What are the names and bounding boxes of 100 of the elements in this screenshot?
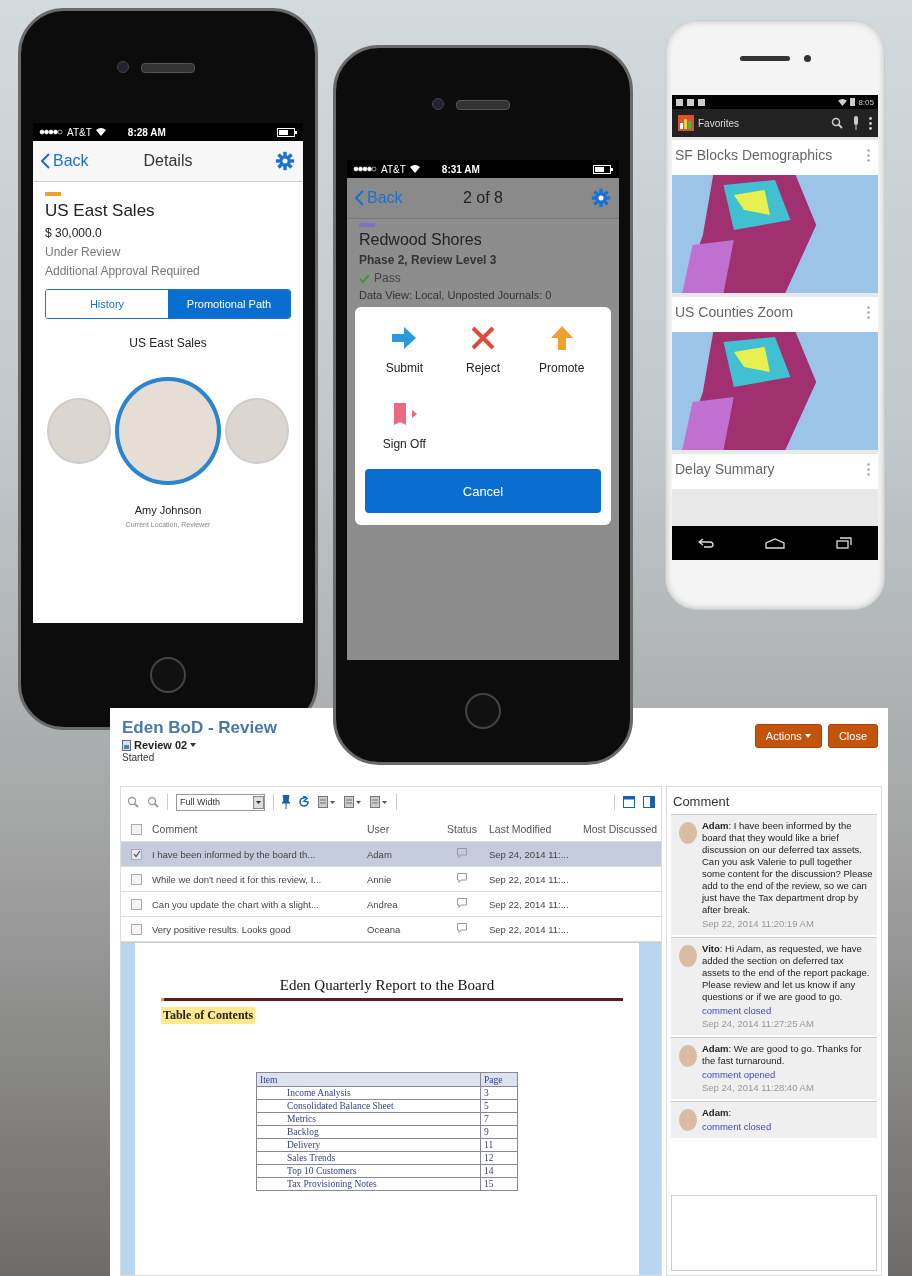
table-cell-text: Sep 22, 2014 11:... (488, 873, 570, 885)
table-cell: Tax Provisioning Notes (256, 1177, 481, 1191)
zoom-select[interactable]: Full Width (176, 793, 265, 811)
overflow-menu-icon[interactable] (869, 116, 872, 130)
comment-icon (457, 873, 467, 883)
comment-date: Sep 24, 2014 11:28:40 AM (702, 1082, 815, 1093)
phone-camera (117, 61, 129, 73)
cross-icon (470, 325, 496, 351)
comment-text: Vito: Hi Adam, as requested, we have added the section on deferred tax assets to the end of the report package. Please review and let us know if any questions or if we are good to go. (702, 943, 871, 1003)
comment-text: Adam: (702, 1107, 733, 1119)
document-icon (122, 739, 131, 751)
avatar (679, 1109, 697, 1131)
card-title: SF Blocks Demographics (675, 147, 833, 163)
cancel-button[interactable]: Cancel (365, 469, 601, 513)
table-cell: 9 (480, 1125, 518, 1139)
avatar (679, 945, 697, 967)
table-cell: 14 (480, 1164, 518, 1178)
table-header: Page (480, 1072, 518, 1087)
favorite-card[interactable]: Delay Summary (672, 454, 878, 489)
action-button[interactable]: Promote (522, 321, 601, 379)
back-icon[interactable] (697, 538, 714, 548)
speaker-grille (141, 63, 195, 73)
table-cell: 15 (480, 1177, 518, 1191)
table-row[interactable]: I have been informed by the board th... Adam Sep 24, 2014 11:... (121, 842, 661, 867)
screen-title: Details (143, 152, 193, 170)
row-checkbox[interactable] (131, 923, 142, 935)
table-cell: 12 (480, 1151, 518, 1165)
avatar (679, 1045, 697, 1067)
comment-icon (457, 848, 467, 858)
close-button[interactable]: Close (827, 724, 878, 748)
version-label[interactable]: Review 02 (134, 739, 188, 751)
table-cell-text: Sep 22, 2014 11:... (488, 898, 570, 910)
column-header[interactable]: Last Modified (479, 823, 573, 835)
zoom-out-icon[interactable] (147, 796, 159, 808)
recent-apps-icon[interactable] (836, 537, 853, 549)
favorite-card[interactable]: SF Blocks Demographics (672, 140, 878, 293)
panel-icon[interactable] (623, 796, 635, 808)
battery-icon (593, 164, 613, 174)
table-cell: Sales Trends (256, 1151, 481, 1165)
microphone-icon[interactable] (853, 116, 859, 130)
status-marker (45, 192, 61, 196)
status-marker (359, 223, 375, 227)
column-header[interactable]: Most Discussed (573, 823, 657, 835)
refresh-icon[interactable] (298, 796, 310, 808)
table-cell-text: Sep 24, 2014 11:... (488, 848, 570, 860)
status-link[interactable]: comment closed (702, 1005, 873, 1016)
grid-menu-icon[interactable] (370, 796, 388, 808)
zoom-in-icon[interactable] (127, 796, 139, 808)
action-button[interactable]: Submit (365, 321, 444, 379)
table-cell: 5 (480, 1099, 518, 1113)
exit-door-icon (391, 401, 418, 427)
action-button[interactable]: Sign Off (365, 397, 444, 455)
home-icon[interactable] (765, 537, 785, 549)
signal-icon (353, 166, 377, 172)
app-icon[interactable] (678, 115, 694, 131)
table-row[interactable]: Can you update the chart with a slight... Andrea Sep 22, 2014 11:... (121, 892, 661, 917)
notification-icons (676, 98, 706, 106)
actions-button[interactable]: Actions (754, 724, 822, 748)
table-cell: 7 (480, 1112, 518, 1126)
caret-icon[interactable] (190, 743, 197, 747)
chevron-icon (355, 190, 364, 206)
comment-icon (457, 898, 467, 908)
phone-camera (432, 98, 444, 110)
comment-input[interactable] (671, 1195, 877, 1271)
comment-text: Adam: I have been informed by the board that they would like a brief discussion on our deferred tax assets. Can you ask Valerie to pull together some content for the discussion? Please add to the end of the review, so we can just have the Tax department drop by after break. (702, 820, 873, 916)
status-text: Under Review (45, 245, 122, 259)
wifi-icon (838, 98, 848, 106)
row-checkbox[interactable] (131, 848, 142, 860)
row-checkbox[interactable] (131, 873, 142, 885)
column-header[interactable]: Comment (142, 823, 357, 835)
favorite-card[interactable]: US Counties Zoom (672, 297, 878, 450)
sidebar-icon[interactable] (643, 796, 655, 808)
item-title: Redwood Shores (359, 231, 483, 249)
status-time: 8:28 AM (127, 126, 166, 138)
action-button[interactable]: Reject (443, 321, 523, 379)
back-button[interactable]: Back (41, 152, 89, 170)
grid-menu-icon[interactable] (344, 796, 362, 808)
pin-icon[interactable] (282, 795, 290, 809)
settings-icon[interactable] (275, 151, 295, 171)
table-row[interactable]: Very positive results. Looks good Oceana Sep 22, 2014 11:... (121, 917, 661, 942)
table-row[interactable]: While we don't need it for this review, I... Annie Sep 22, 2014 11:... (121, 867, 661, 892)
section-heading: Table of Contents (161, 1007, 256, 1024)
check-icon (359, 273, 370, 283)
status-link[interactable]: comment closed (702, 1121, 772, 1132)
grid-menu-icon[interactable] (318, 796, 336, 808)
table-cell-text: Oceana (366, 923, 402, 935)
wifi-icon (95, 128, 106, 136)
item-title: US East Sales (45, 201, 156, 221)
column-header[interactable]: Status (435, 823, 479, 835)
segment-tab[interactable]: Promotional Path (168, 290, 290, 318)
table-cell-text: Sep 22, 2014 11:... (488, 923, 570, 935)
table-cell: Income Analysis (256, 1086, 481, 1100)
status-link[interactable]: comment opened (702, 1069, 873, 1080)
table-cell-text: Adam (366, 848, 393, 860)
select-all-checkbox[interactable] (131, 823, 142, 835)
search-icon[interactable] (831, 117, 843, 129)
row-checkbox[interactable] (131, 898, 142, 910)
column-header[interactable]: User (357, 823, 435, 835)
phase-text: Phase 2, Review Level 3 (359, 253, 498, 267)
settings-icon[interactable] (591, 188, 611, 208)
